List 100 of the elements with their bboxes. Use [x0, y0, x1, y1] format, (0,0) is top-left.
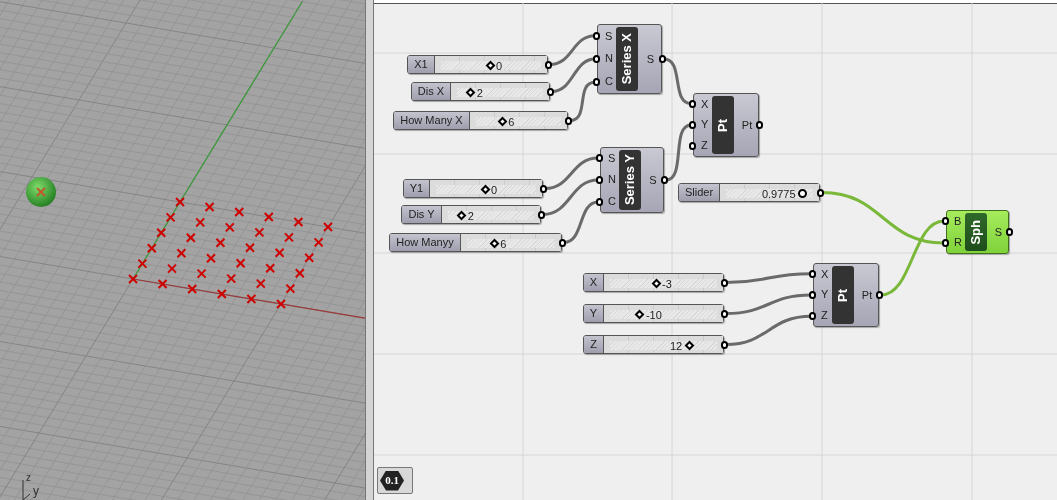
point-marker-icon — [187, 284, 198, 294]
component-title: Pt — [832, 266, 854, 324]
component-title: Pt — [712, 96, 734, 154]
port-icon[interactable] — [809, 312, 816, 321]
slider-value: 2 — [467, 209, 474, 224]
input-label: C — [605, 76, 614, 88]
slider-track[interactable]: 2 — [451, 83, 549, 100]
point-marker-icon — [274, 247, 285, 258]
port-icon[interactable] — [661, 176, 668, 184]
port-icon[interactable] — [689, 142, 696, 151]
slider-track[interactable]: -3 — [604, 274, 723, 291]
component-title: Sph — [965, 213, 987, 251]
output-label: S — [994, 226, 1003, 238]
port-icon[interactable] — [659, 55, 666, 63]
port-icon[interactable] — [545, 61, 552, 69]
point-marker-icon — [185, 232, 196, 243]
port-icon[interactable] — [689, 99, 696, 108]
slider-track[interactable]: -10 — [604, 305, 723, 322]
point-marker-icon — [204, 202, 215, 212]
slider-thumb[interactable] — [635, 309, 645, 320]
slider-thumb[interactable] — [456, 210, 467, 221]
axis-label: z — [26, 473, 31, 483]
wire — [663, 57, 692, 106]
slider-track[interactable]: 0.9775 — [720, 184, 819, 201]
point-marker-icon — [255, 278, 266, 289]
slider-track[interactable]: 6 — [461, 234, 561, 251]
port-icon[interactable] — [721, 279, 728, 287]
port-icon[interactable] — [596, 176, 603, 184]
port-icon[interactable] — [593, 78, 600, 87]
input-label: Z — [821, 310, 829, 322]
slider-label: X — [584, 274, 604, 291]
port-icon[interactable] — [565, 117, 572, 125]
zoom-value: 0.1 — [380, 470, 404, 491]
slider-track[interactable]: 6 — [470, 112, 567, 129]
port-icon[interactable] — [596, 198, 603, 206]
point-marker-icon — [235, 258, 246, 269]
zoom-badge[interactable]: 0.1 — [377, 467, 413, 494]
port-icon[interactable] — [942, 239, 949, 247]
point-marker-icon — [196, 268, 207, 279]
axis-icon — [22, 479, 31, 500]
input-label: B — [954, 216, 963, 227]
point-marker-icon — [215, 237, 226, 248]
slider-track[interactable]: 2 — [442, 206, 540, 223]
slider-thumb[interactable] — [465, 87, 476, 98]
slider-thumb[interactable] — [651, 278, 661, 289]
slider-thumb[interactable] — [798, 189, 808, 198]
port-icon[interactable] — [540, 185, 547, 193]
slider-track[interactable]: 0 — [430, 180, 542, 197]
port-icon[interactable] — [689, 121, 696, 129]
slider-value: 0 — [496, 59, 503, 74]
input-label: X — [821, 268, 830, 280]
slider-track[interactable]: 12 — [604, 336, 723, 353]
slider-value: 6 — [508, 115, 515, 130]
slider-label: X1 — [408, 56, 435, 73]
input-label: S — [605, 30, 614, 42]
slider-thumb[interactable] — [497, 116, 508, 127]
point-marker-icon — [246, 294, 257, 304]
output-label: S — [646, 53, 655, 65]
input-label: X — [701, 98, 710, 110]
3d-viewport[interactable]: z y — [0, 0, 365, 500]
output-label: S — [649, 174, 657, 186]
point-marker-icon — [245, 242, 255, 253]
slider-thumb[interactable] — [684, 340, 695, 351]
point-marker-icon — [224, 222, 235, 233]
port-icon[interactable] — [876, 291, 883, 299]
port-icon[interactable] — [756, 121, 763, 129]
point-marker-icon — [206, 253, 216, 264]
slider-thumb[interactable] — [489, 238, 500, 249]
slider-label: Dis X — [412, 83, 451, 100]
point-marker-icon — [293, 217, 304, 227]
point-marker-icon — [128, 274, 138, 284]
input-label: R — [954, 237, 963, 248]
slider-label: Slider — [679, 184, 720, 201]
slider-thumb[interactable] — [485, 60, 495, 71]
wire — [544, 156, 599, 190]
slider-label: Y — [584, 305, 604, 322]
port-icon[interactable] — [593, 55, 600, 63]
input-label: N — [605, 53, 614, 65]
slider-track[interactable]: 0 — [435, 56, 547, 73]
point-marker-icon — [176, 248, 187, 259]
port-icon[interactable] — [1006, 228, 1013, 236]
port-icon[interactable] — [721, 341, 728, 349]
port-icon[interactable] — [596, 154, 603, 162]
point-marker-icon — [265, 263, 276, 274]
port-icon[interactable] — [942, 217, 949, 225]
port-icon[interactable] — [559, 239, 566, 247]
port-icon[interactable] — [809, 291, 816, 299]
port-icon[interactable] — [593, 31, 600, 40]
point-marker-icon — [284, 232, 294, 243]
slider-value: 2 — [476, 86, 483, 101]
slider-thumb[interactable] — [480, 184, 490, 195]
component-title: Series Y — [619, 150, 641, 210]
port-icon[interactable] — [547, 88, 554, 96]
port-icon[interactable] — [817, 189, 824, 197]
slider-value: 0.9775 — [761, 187, 796, 202]
port-icon[interactable] — [809, 269, 816, 278]
port-icon[interactable] — [721, 310, 728, 318]
input-label: C — [608, 195, 617, 207]
port-icon[interactable] — [538, 211, 545, 219]
point-marker-icon — [137, 258, 148, 269]
